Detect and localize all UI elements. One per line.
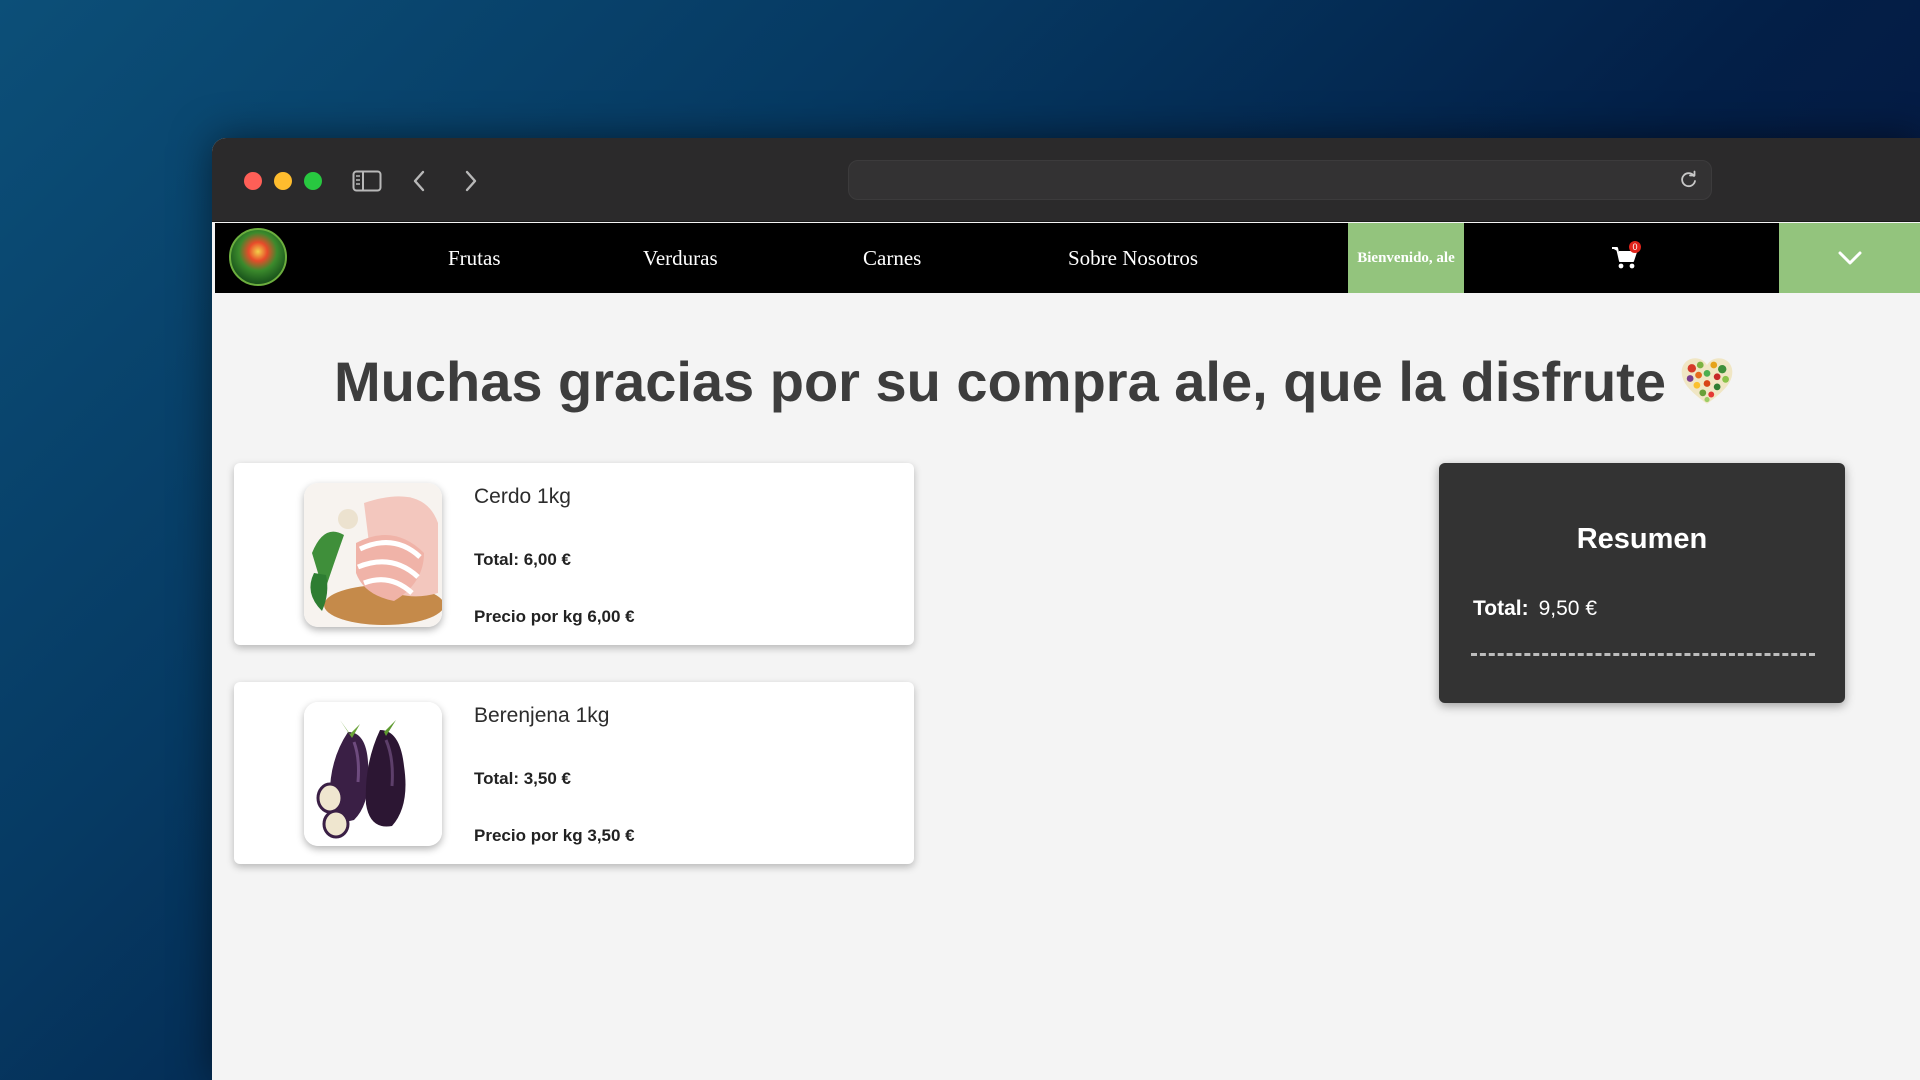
chevron-down-icon [1838, 251, 1861, 265]
close-window-button[interactable] [244, 172, 262, 190]
site-navbar: Frutas Verduras Carnes Sobre Nosotros Bi… [215, 223, 1920, 293]
product-price-per-kg: Precio por kg 6,00 € [474, 607, 635, 626]
product-name: Cerdo 1kg [474, 485, 571, 508]
summary-divider [1471, 653, 1815, 656]
product-card: Berenjena 1kg Total: 3,50 € Precio por k… [234, 682, 914, 864]
summary-title: Resumen [1576, 523, 1708, 555]
browser-titlebar [212, 138, 1920, 222]
reload-icon[interactable] [1679, 170, 1699, 190]
product-price-per-kg: Precio por kg 3,50 € [474, 826, 635, 845]
nav-link-carnes[interactable]: Carnes [863, 223, 921, 293]
product-total: Total: 6,00 € [474, 550, 571, 569]
minimize-window-button[interactable] [274, 172, 292, 190]
cart-button[interactable]: 0 [1611, 241, 1641, 273]
user-menu-dropdown[interactable] [1779, 223, 1920, 293]
product-total: Total: 3,50 € [474, 769, 571, 788]
thank-you-heading: Muchas gracias por su compra ale, que la… [334, 346, 1734, 416]
site-logo[interactable] [229, 228, 287, 286]
forward-arrow-icon[interactable] [456, 164, 486, 198]
browser-window: Frutas Verduras Carnes Sobre Nosotros Bi… [212, 138, 1920, 1080]
order-summary-panel: Resumen Total: 9,50 € [1439, 463, 1845, 703]
summary-total-value: 9,50 € [1538, 597, 1597, 620]
product-name: Berenjena 1kg [474, 704, 610, 727]
welcome-user-label: Bienvenido, ale [1348, 223, 1464, 293]
sidebar-toggle-icon[interactable] [350, 164, 384, 198]
product-image-cerdo [304, 483, 442, 627]
thank-you-text: Muchas gracias por su compra ale, que la… [334, 349, 1666, 413]
nav-link-verduras[interactable]: Verduras [643, 223, 718, 293]
cart-count-badge: 0 [1629, 241, 1641, 253]
maximize-window-button[interactable] [304, 172, 322, 190]
veggie-heart-icon [1681, 358, 1733, 404]
product-image-berenjena [304, 702, 442, 846]
nav-link-sobre-nosotros[interactable]: Sobre Nosotros [1068, 223, 1198, 293]
nav-link-frutas[interactable]: Frutas [448, 223, 501, 293]
address-bar[interactable] [848, 160, 1712, 200]
back-arrow-icon[interactable] [404, 164, 434, 198]
summary-total-row: Total: 9,50 € [1473, 597, 1597, 621]
product-card: Cerdo 1kg Total: 6,00 € Precio por kg 6,… [234, 463, 914, 645]
summary-total-label: Total: [1473, 597, 1529, 620]
